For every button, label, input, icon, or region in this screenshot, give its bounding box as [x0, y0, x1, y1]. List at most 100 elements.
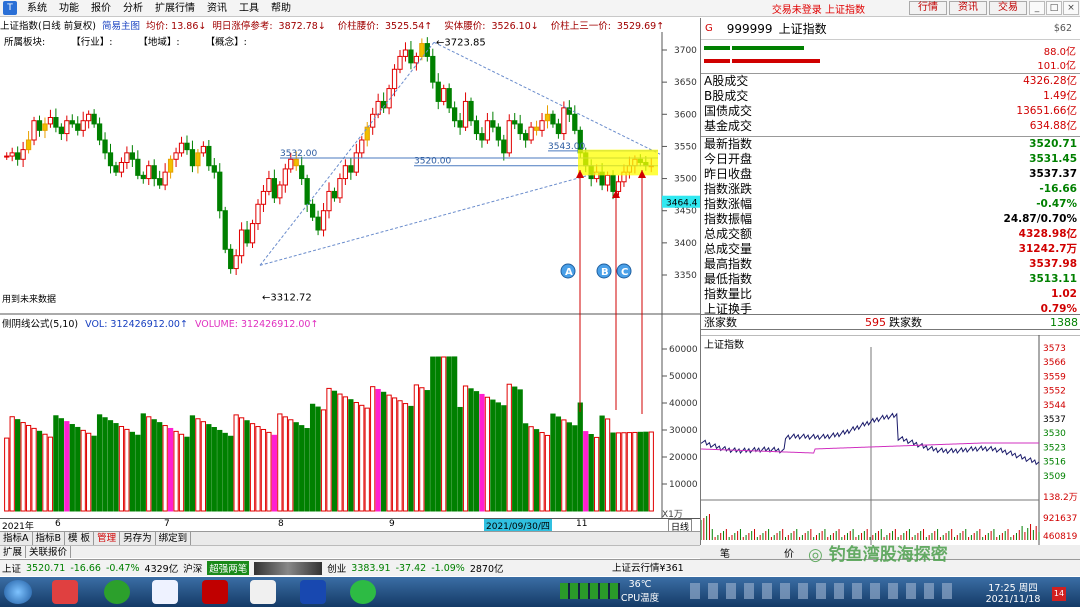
cloud-quote-label[interactable]: 上证云行情¥361: [612, 563, 684, 574]
menu-extended[interactable]: 扩展行情: [149, 0, 201, 17]
app-icon-1[interactable]: [52, 580, 78, 604]
candle-body: [419, 43, 425, 57]
volume-bar: [555, 416, 562, 512]
candle-body: [561, 107, 567, 135]
wechat-app-icon[interactable]: [350, 580, 376, 604]
vol-y-tick-label: 60000: [669, 345, 698, 355]
quote-button[interactable]: 行情: [909, 1, 947, 15]
x-label-9: 9: [389, 519, 395, 529]
pdf-icon[interactable]: [202, 580, 228, 604]
menu-function[interactable]: 功能: [53, 0, 85, 17]
volume-bar: [533, 429, 540, 512]
tab-manage[interactable]: 管理: [94, 532, 121, 545]
candle-body: [4, 155, 10, 158]
app-icon-2[interactable]: [104, 580, 130, 604]
volume-bar: [222, 432, 228, 512]
candle-body: [86, 113, 92, 122]
start-button-icon[interactable]: [4, 580, 32, 604]
tab-related-quote[interactable]: 关联报价: [26, 546, 72, 558]
intraday-y-tick: 460819: [1043, 532, 1078, 542]
menu-info[interactable]: 资讯: [201, 0, 233, 17]
cy-pct: -1.09%: [431, 562, 465, 574]
menu-help[interactable]: 帮助: [265, 0, 297, 17]
sell-bar-2: [732, 59, 820, 63]
stock-app-icon[interactable]: [300, 580, 326, 604]
tab-extend[interactable]: 扩展: [0, 546, 27, 558]
os-taskbar: 36℃ CPU温度 17:25 周四 2021/11/18 14: [0, 577, 1080, 607]
buy-bar-1: [704, 46, 730, 50]
maximize-icon[interactable]: □: [1046, 1, 1062, 15]
tab-bind-to[interactable]: 绑定到: [156, 532, 192, 545]
volume-bar: [146, 416, 152, 512]
volume-chart[interactable]: 60000 50000 40000 30000 20000 10000: [0, 314, 700, 519]
trade-button[interactable]: 交易: [989, 1, 1027, 15]
tab-ticks[interactable]: 笔: [720, 545, 730, 560]
intraday-price-line: [701, 412, 1040, 466]
menu-analysis[interactable]: 分析: [117, 0, 149, 17]
menu-system[interactable]: 系统: [21, 0, 53, 17]
volume-bar: [31, 427, 37, 512]
turnover-label: B股成交: [704, 89, 749, 103]
wechat-icon: ◎: [808, 545, 829, 565]
tab-indicator-b[interactable]: 指标B: [33, 532, 66, 545]
volume-bar: [244, 420, 250, 512]
candle-body: [304, 178, 310, 205]
intraday-y-tick: 3523: [1043, 443, 1066, 453]
toolbar-icons[interactable]: [254, 561, 323, 575]
sh-label[interactable]: 上证: [2, 561, 21, 575]
candle-body: [222, 210, 228, 250]
tab-indicator-a[interactable]: 指标A: [0, 532, 33, 545]
stat-label: 指数涨幅: [704, 197, 753, 211]
candle-body: [413, 55, 420, 64]
tray-icons[interactable]: [690, 583, 960, 599]
candle-body: [195, 152, 201, 167]
volume-bar: [80, 429, 86, 512]
app-icon-5[interactable]: [250, 580, 276, 604]
volume-bar: [637, 431, 643, 512]
stat-label: 总成交额: [704, 227, 753, 241]
volume-bar: [451, 356, 458, 512]
tray-icons-left[interactable]: [560, 583, 620, 599]
menu-tools[interactable]: 工具: [233, 0, 265, 17]
candle-body: [315, 216, 321, 231]
cy-label[interactable]: 创业: [327, 561, 346, 575]
notification-badge[interactable]: 14: [1052, 587, 1066, 601]
tab-price[interactable]: 价: [784, 545, 794, 560]
close-icon[interactable]: ×: [1063, 1, 1079, 15]
low-label: ←3312.72: [262, 293, 312, 304]
volume-bar: [337, 393, 343, 512]
decline-count: 1388: [1050, 316, 1078, 329]
trend-line-top: [433, 41, 661, 155]
candle-body: [47, 117, 54, 125]
stat-row: 昨日收盘 3537.37: [701, 167, 1079, 182]
candle-body: [64, 120, 70, 135]
menu-quote[interactable]: 报价: [85, 0, 117, 17]
volume-bar: [309, 403, 316, 512]
news-button[interactable]: 资讯: [949, 1, 987, 15]
candlestick-chart[interactable]: 37003650360035503500345034003350 3532.00…: [0, 32, 700, 315]
volume-bar: [9, 416, 15, 512]
tab-save-as[interactable]: 另存为: [120, 532, 156, 545]
candle-body: [484, 120, 491, 141]
candle-body: [228, 248, 234, 270]
clock[interactable]: 17:25 周四 2021/11/18: [978, 580, 1048, 605]
stat-label: 指数振幅: [704, 212, 753, 226]
candle-body: [451, 107, 458, 122]
candle-body: [118, 162, 125, 173]
body-label: 实体腰价:: [444, 20, 486, 32]
intraday-y-tick: 3544: [1043, 401, 1066, 411]
main-chart-mode[interactable]: 简易主图: [102, 18, 140, 32]
sz-label[interactable]: 沪深: [183, 561, 202, 575]
vol-y-tick-label: 30000: [669, 426, 698, 436]
candle-body: [555, 123, 562, 135]
app-icon-3[interactable]: [152, 580, 178, 604]
minimize-icon[interactable]: _: [1029, 1, 1045, 15]
volume-bar: [140, 413, 146, 512]
volume-bar: [326, 387, 332, 512]
stat-row: 指数振幅 24.87/0.70%: [701, 212, 1079, 227]
tab-template[interactable]: 模 板: [65, 532, 95, 545]
intraday-chart[interactable]: 3573 3566 3559 3552 3544 3537 3530 3523 3516 3509…: [701, 335, 1080, 557]
volume-bar: [167, 427, 174, 512]
brand-label[interactable]: 超强两笔: [207, 561, 250, 575]
candle-body: [309, 203, 316, 218]
